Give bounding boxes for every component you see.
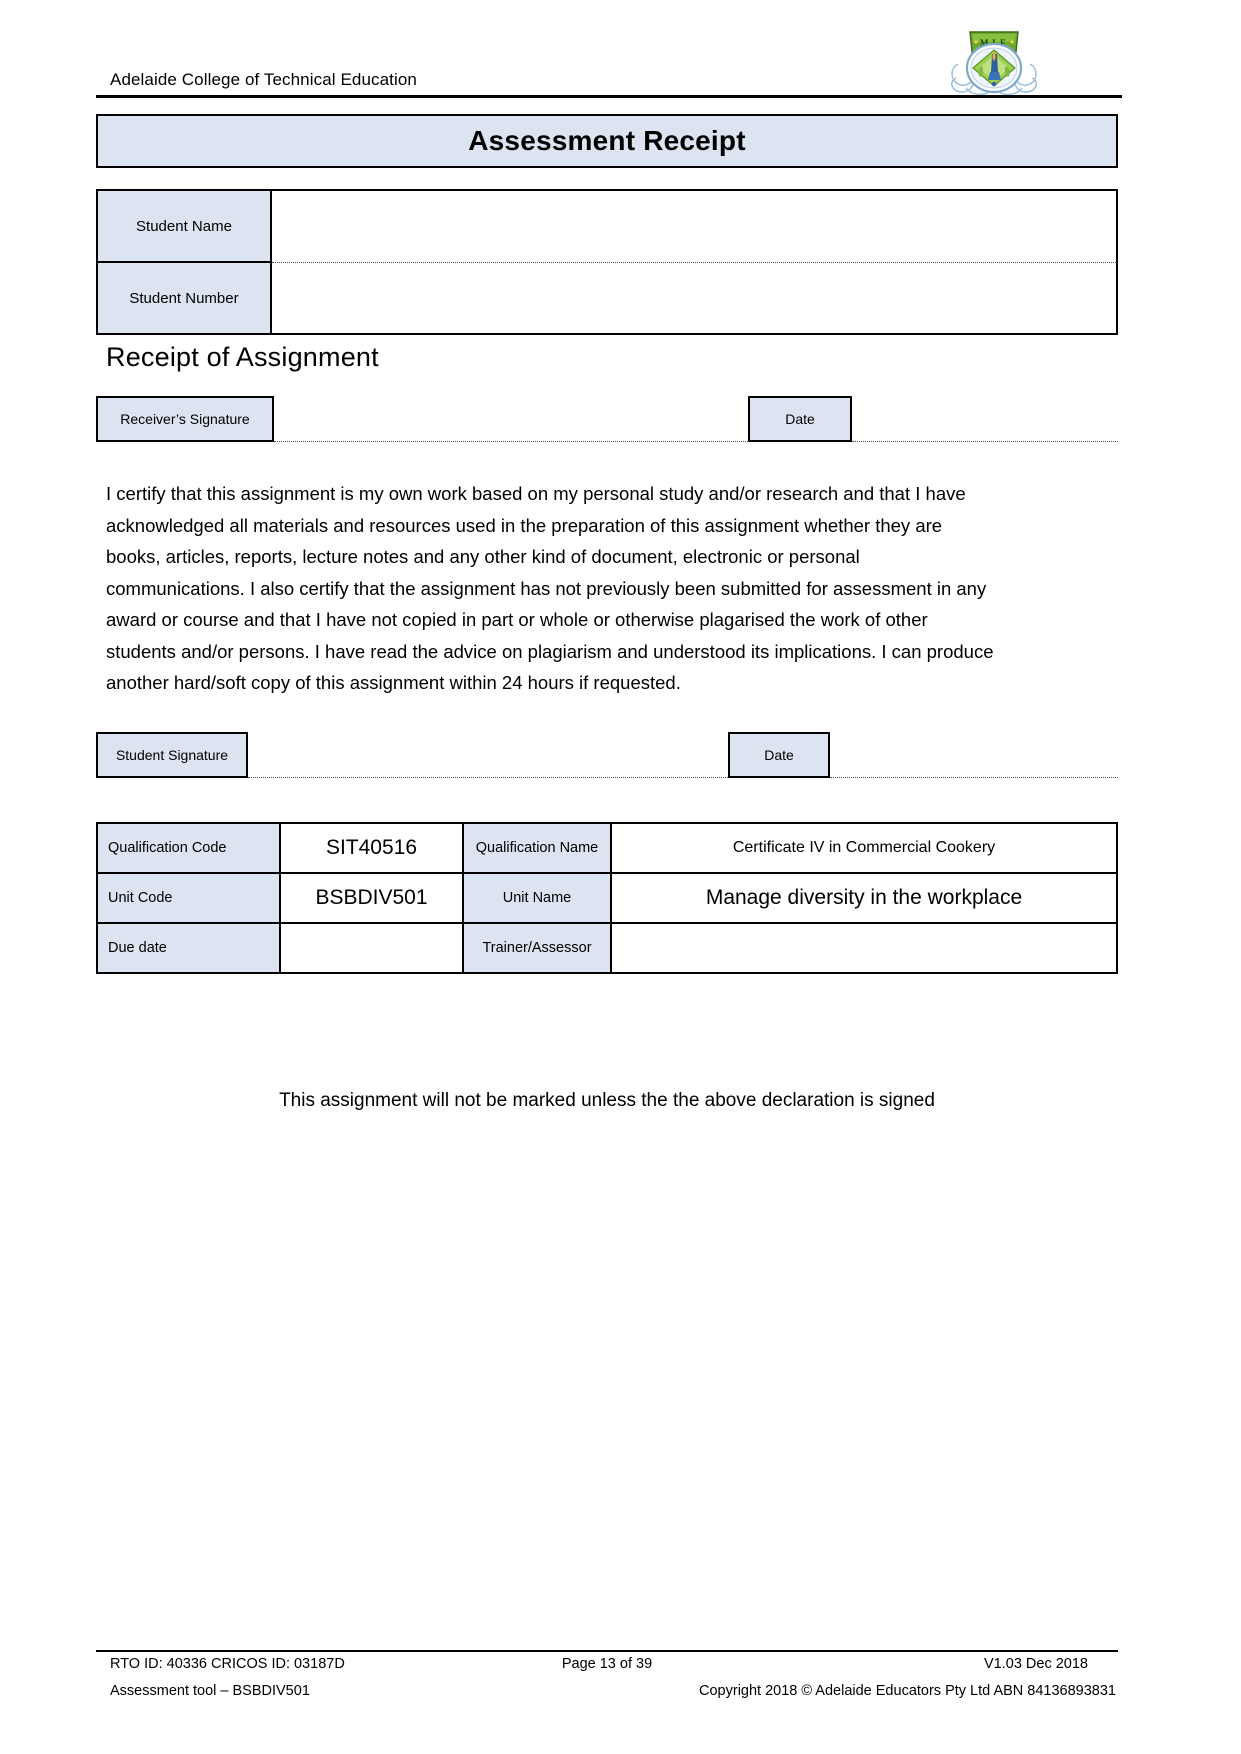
trainer-assessor-value[interactable] — [610, 922, 1118, 974]
table-row: Student Number — [96, 261, 1118, 335]
page-footer: RTO ID: 40336 CRICOS ID: 03187D Page 13 … — [96, 1650, 1118, 1706]
student-number-label: Student Number — [96, 261, 272, 335]
qualification-name-label: Qualification Name — [462, 822, 612, 874]
table-row: Student Name — [96, 189, 1118, 263]
document-page: Adelaide College of Technical Education — [0, 0, 1241, 1754]
student-name-label: Student Name — [96, 189, 272, 263]
student-signature-field[interactable] — [248, 777, 728, 778]
unit-code-value[interactable]: BSBDIV501 — [279, 872, 464, 924]
footer-copyright: Copyright 2018 © Adelaide Educators Pty … — [699, 1683, 1116, 1699]
footer-row-2: Assessment tool – BSBDIV501 Copyright 20… — [96, 1679, 1118, 1706]
footer-version: V1.03 Dec 2018 — [984, 1656, 1088, 1672]
receivers-signature-label: Receiver’s Signature — [96, 396, 274, 442]
receiver-date-label: Date — [748, 396, 852, 442]
receivers-signature-field[interactable] — [274, 441, 748, 442]
student-date-field[interactable] — [830, 777, 1118, 778]
receiver-date-field[interactable] — [852, 441, 1118, 442]
qualification-details-table: Qualification Code SIT40516 Qualificatio… — [96, 822, 1118, 974]
due-date-value[interactable] — [279, 922, 464, 974]
unit-name-label: Unit Name — [462, 872, 612, 924]
student-name-field[interactable] — [270, 189, 1118, 263]
assessment-receipt-title-bar: Assessment Receipt — [96, 114, 1118, 168]
student-number-field[interactable] — [270, 261, 1118, 335]
footer-row-1: RTO ID: 40336 CRICOS ID: 03187D Page 13 … — [96, 1652, 1118, 1679]
student-signature-label: Student Signature — [96, 732, 248, 778]
footer-assessment-tool: Assessment tool – BSBDIV501 — [110, 1683, 310, 1699]
receipt-of-assignment-heading: Receipt of Assignment — [106, 342, 379, 372]
unit-name-value[interactable]: Manage diversity in the workplace — [610, 872, 1118, 924]
qualification-code-value[interactable]: SIT40516 — [279, 822, 464, 874]
student-date-label: Date — [728, 732, 830, 778]
table-row: Unit Code BSBDIV501 Unit Name Manage div… — [96, 872, 1118, 924]
declaration-notice: This assignment will not be marked unles… — [279, 1090, 935, 1111]
qualification-name-value[interactable]: Certificate IV in Commercial Cookery — [610, 822, 1118, 874]
student-details-table: Student Name Student Number — [96, 189, 1118, 335]
organisation-name: Adelaide College of Technical Education — [110, 70, 417, 89]
due-date-label: Due date — [96, 922, 281, 974]
qualification-code-label: Qualification Code — [96, 822, 281, 874]
declaration-paragraph: I certify that this assignment is my own… — [106, 483, 994, 693]
header-divider-rule — [96, 95, 1122, 98]
table-row: Qualification Code SIT40516 Qualificatio… — [96, 822, 1118, 874]
college-crest-logo: M I F — [946, 22, 1042, 98]
student-signature-row: Student Signature Date — [96, 732, 1118, 778]
footer-page-number: Page 13 of 39 — [561, 1656, 653, 1672]
table-row: Due date Trainer/Assessor — [96, 922, 1118, 974]
page-title: Assessment Receipt — [468, 125, 746, 156]
receiver-signature-row: Receiver’s Signature Date — [96, 396, 1118, 442]
page-header: Adelaide College of Technical Education — [96, 28, 1122, 98]
trainer-assessor-label: Trainer/Assessor — [462, 922, 612, 974]
unit-code-label: Unit Code — [96, 872, 281, 924]
